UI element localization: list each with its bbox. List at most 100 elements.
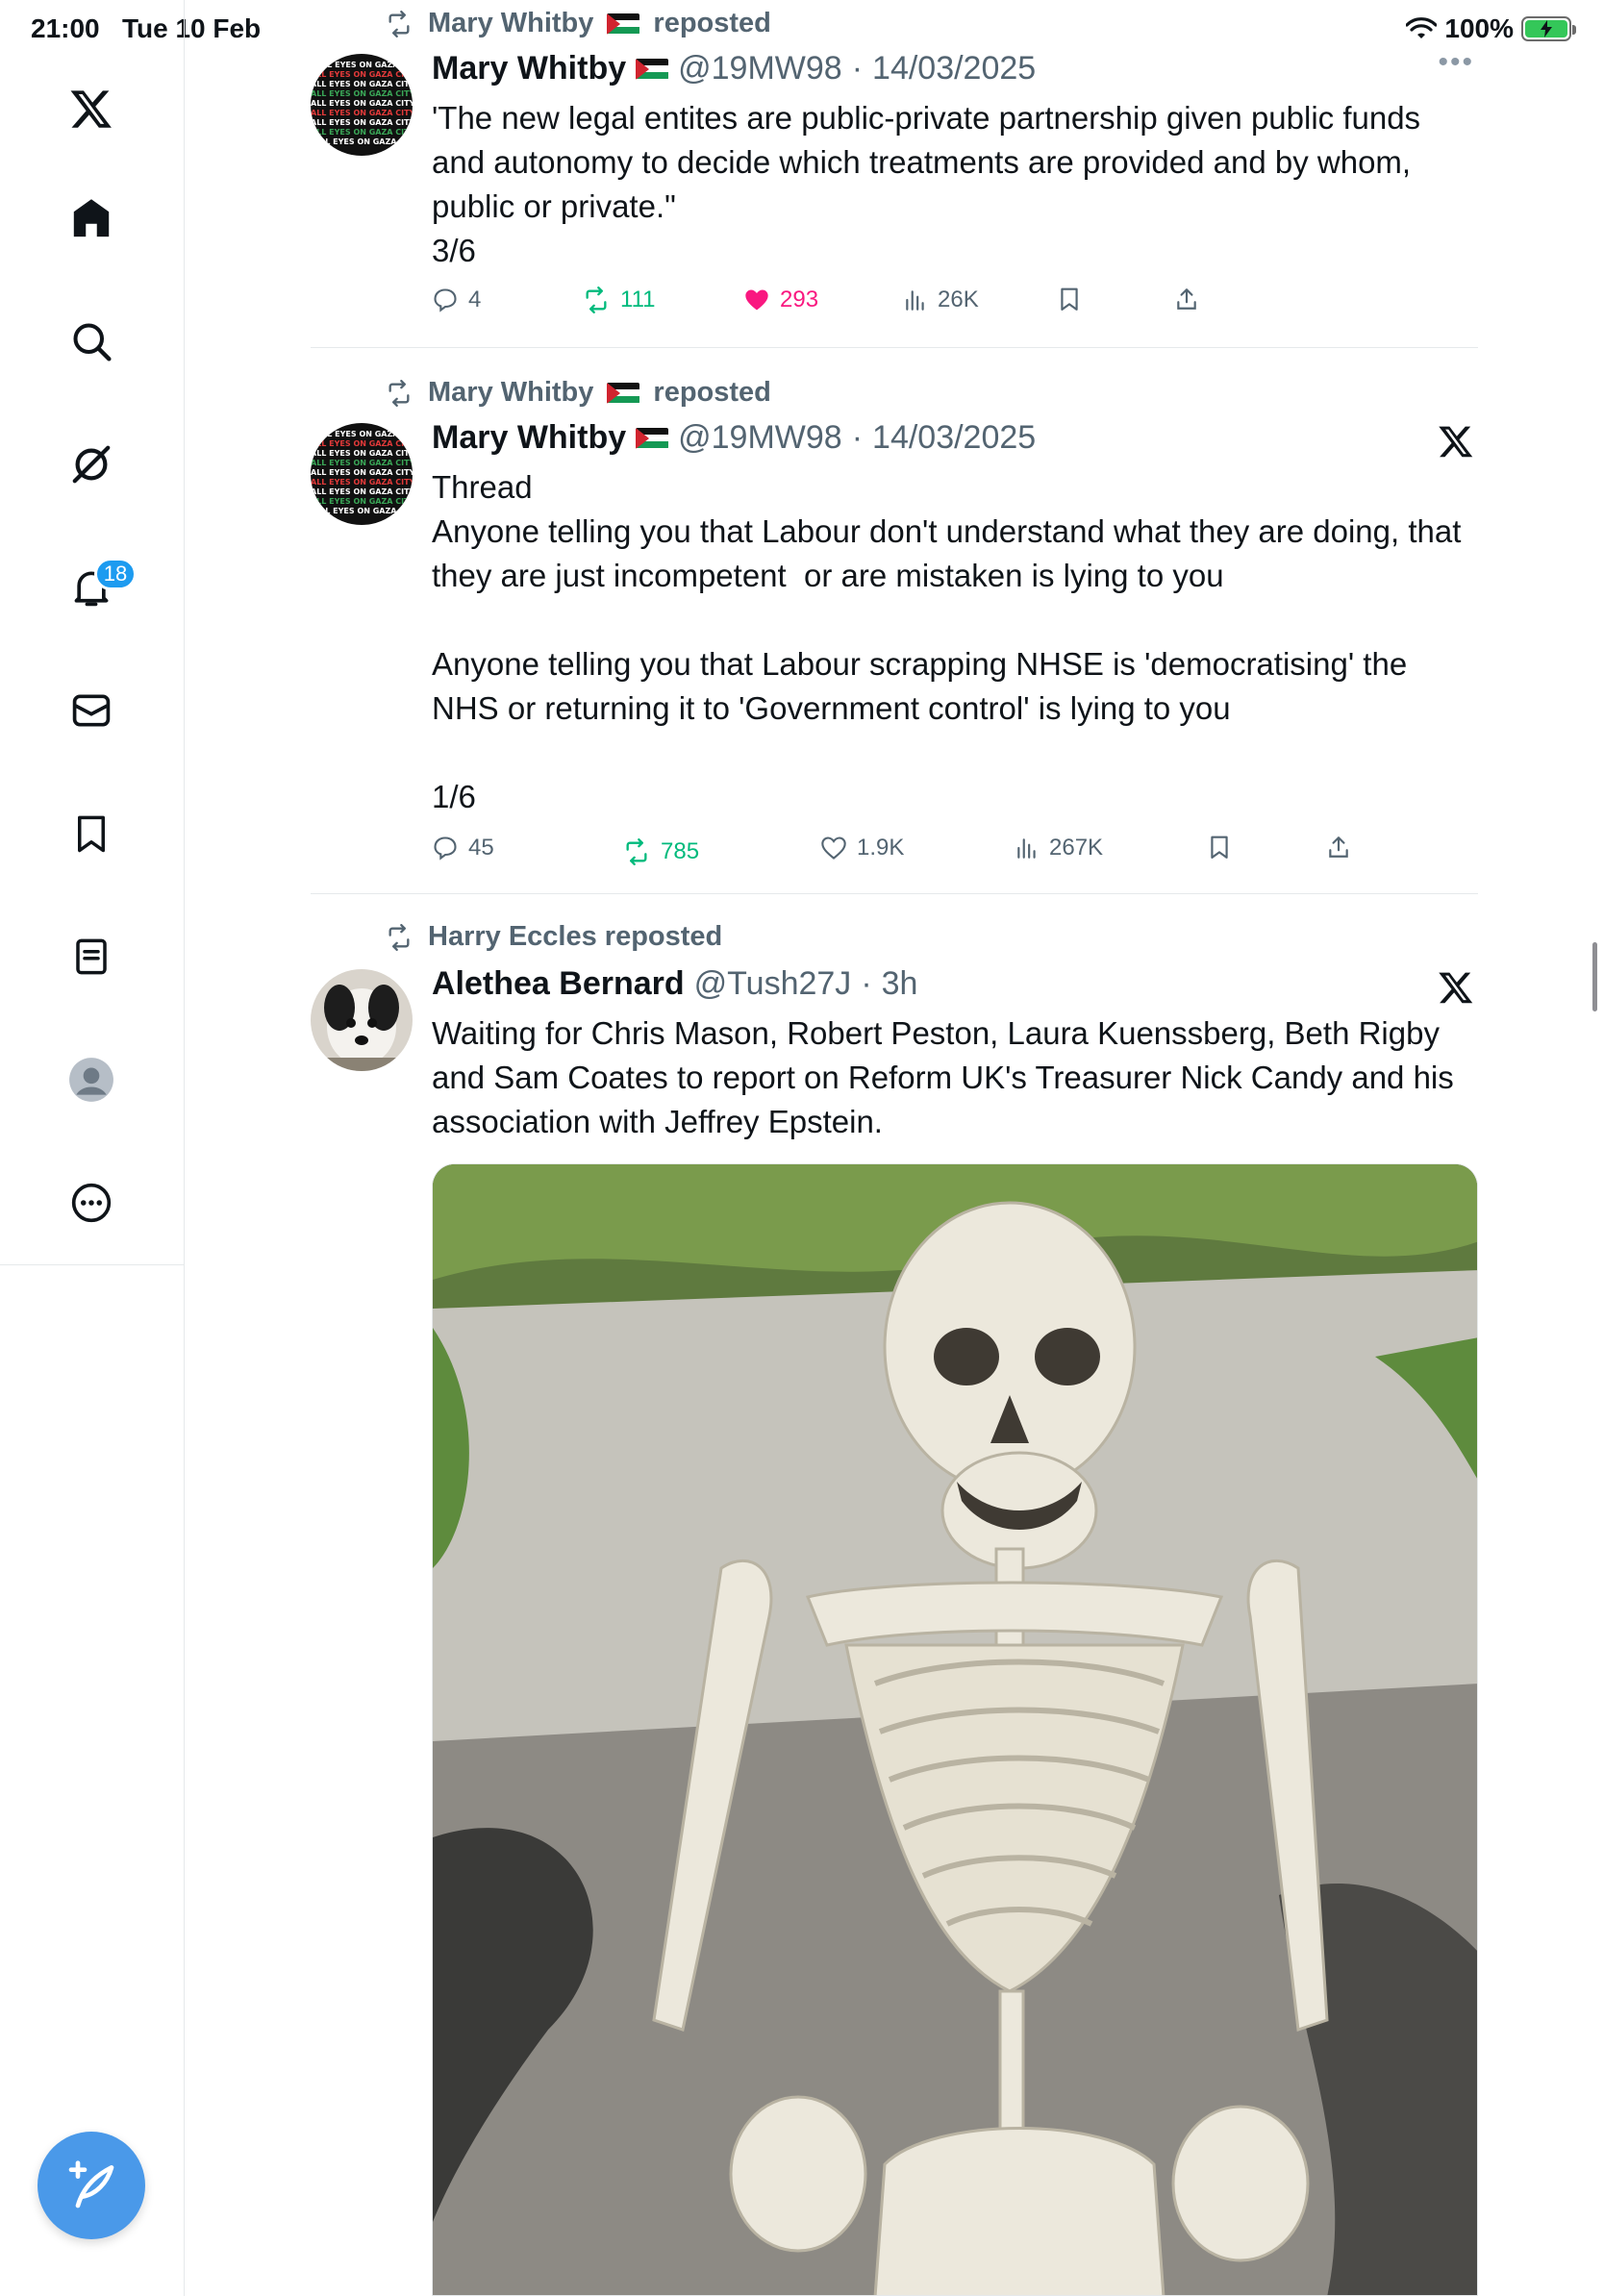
- palestine-flag-icon: [607, 382, 640, 404]
- post-divider: [311, 893, 1478, 894]
- repost-indicator: Mary Whitby reposted: [384, 8, 771, 39]
- status-bar: 21:00 Tue 10 Feb 100%: [0, 0, 1604, 58]
- bookmark-icon: [1211, 836, 1228, 859]
- repost-icon: [388, 10, 410, 37]
- author-name[interactable]: Mary Whitby: [432, 50, 626, 87]
- share-icon: [1329, 836, 1348, 858]
- messages-icon[interactable]: [63, 683, 119, 738]
- bookmark-icon: [1061, 287, 1078, 311]
- author-name[interactable]: Alethea Bernard: [432, 965, 685, 1003]
- post-header: Mary Whitby @19MW98 · 14/03/2025: [432, 50, 1037, 87]
- x-logo-icon[interactable]: [63, 81, 119, 137]
- views-icon: [906, 290, 924, 311]
- scrollbar[interactable]: [1592, 942, 1597, 1011]
- post-date[interactable]: 3h: [882, 965, 918, 1003]
- svg-text:ALL EYES ON GAZA CITY: ALL EYES ON GAZA CITY: [311, 80, 413, 88]
- repost-icon: [626, 838, 647, 865]
- repost-button[interactable]: 785: [622, 838, 699, 865]
- svg-text:ALL EYES ON GAZA CITY: ALL EYES ON GAZA CITY: [311, 70, 413, 79]
- grok-icon[interactable]: [63, 437, 119, 492]
- sidebar-divider: [0, 1264, 185, 1265]
- post-date[interactable]: 14/03/2025: [872, 50, 1036, 87]
- sidebar: 18: [0, 0, 185, 2296]
- more-options-icon[interactable]: •••: [1438, 46, 1474, 79]
- views-button[interactable]: 267K: [1015, 835, 1103, 861]
- post-text: Waiting for Chris Mason, Robert Peston, …: [432, 1015, 1463, 1139]
- heart-icon: [821, 836, 846, 860]
- post-actions: 45 785 1.9K 267K: [432, 835, 1348, 873]
- like-button[interactable]: 1.9K: [820, 835, 904, 861]
- views-button[interactable]: 26K: [903, 287, 979, 313]
- status-right: 100%: [1406, 13, 1576, 44]
- post-text: Thread Anyone telling you that Labour do…: [432, 469, 1462, 814]
- post-date[interactable]: 14/03/2025: [872, 419, 1036, 457]
- repost-label[interactable]: Harry Eccles reposted: [428, 921, 722, 953]
- author-handle[interactable]: @19MW98: [678, 50, 842, 87]
- post-text: 'The new legal entites are public-privat…: [432, 100, 1421, 268]
- repost-button[interactable]: 111: [582, 287, 655, 313]
- post-header: Mary Whitby @19MW98 · 14/03/2025: [432, 419, 1037, 457]
- reply-icon: [434, 836, 457, 861]
- reply-button[interactable]: 4: [432, 287, 481, 313]
- share-button[interactable]: [1174, 287, 1199, 312]
- palestine-flag-icon: [636, 58, 669, 80]
- palestine-flag-icon: [607, 12, 640, 35]
- author-handle[interactable]: @Tush27J: [694, 965, 852, 1003]
- reply-icon: [434, 288, 457, 312]
- avatar[interactable]: ALL EYES ON GAZA ALL EYES ON GAZA CITY A…: [311, 54, 413, 156]
- home-icon[interactable]: [63, 190, 119, 246]
- svg-text:ALL EYES ON GAZA CITY: ALL EYES ON GAZA CITY: [311, 478, 413, 487]
- repost-name[interactable]: Mary Whitby: [428, 377, 593, 409]
- bookmark-button[interactable]: [1207, 835, 1232, 860]
- post-actions: 4 111 293 26K: [432, 287, 1297, 325]
- svg-text:ALL EYES ON GAZA CITY: ALL EYES ON GAZA CITY: [311, 497, 413, 506]
- post-media-image[interactable]: [432, 1163, 1478, 2296]
- svg-text:ALL EYES ON GAZA CITY: ALL EYES ON GAZA CITY: [311, 449, 413, 458]
- svg-text:ALL EYES ON GAZA CITY: ALL EYES ON GAZA CITY: [311, 128, 413, 137]
- battery-percent: 100%: [1444, 13, 1514, 43]
- svg-text:ALL EYES ON GAZA: ALL EYES ON GAZA: [314, 137, 397, 146]
- bookmarks-icon[interactable]: [63, 806, 119, 861]
- battery-icon: [1521, 16, 1576, 41]
- notification-badge: 18: [94, 558, 137, 590]
- repost-icon: [388, 379, 410, 407]
- repost-icon: [586, 287, 607, 313]
- svg-text:ALL EYES ON GAZA CITY: ALL EYES ON GAZA CITY: [311, 487, 413, 496]
- svg-text:ALL EYES ON GAZA: ALL EYES ON GAZA: [316, 430, 399, 438]
- author-handle[interactable]: @19MW98: [678, 419, 842, 457]
- svg-text:ALL EYES ON GAZA CITY: ALL EYES ON GAZA CITY: [311, 459, 413, 467]
- svg-text:ALL EYES ON GAZA: ALL EYES ON GAZA: [316, 61, 399, 69]
- reply-button[interactable]: 45: [432, 835, 494, 861]
- wifi-icon: [1406, 17, 1438, 38]
- lists-icon[interactable]: [63, 929, 119, 985]
- repost-name[interactable]: Mary Whitby: [428, 8, 593, 39]
- repost-indicator: Harry Eccles reposted: [384, 921, 722, 953]
- svg-text:ALL EYES ON GAZA CITY: ALL EYES ON GAZA CITY: [311, 109, 413, 117]
- svg-text:ALL EYES ON GAZA CITY: ALL EYES ON GAZA CITY: [311, 468, 413, 477]
- svg-text:ALL EYES ON GAZA CITY: ALL EYES ON GAZA CITY: [311, 439, 413, 448]
- more-icon[interactable]: [63, 1175, 119, 1231]
- x-logo-icon: [1439, 972, 1473, 1004]
- svg-text:ALL EYES ON GAZA: ALL EYES ON GAZA: [314, 507, 397, 515]
- repost-icon: [388, 923, 410, 951]
- svg-text:ALL EYES ON GAZA CITY: ALL EYES ON GAZA CITY: [311, 118, 413, 127]
- search-icon[interactable]: [63, 313, 119, 369]
- avatar[interactable]: [311, 969, 413, 1071]
- share-icon: [1177, 288, 1196, 310]
- compose-icon: [68, 2160, 114, 2209]
- svg-text:ALL EYES ON GAZA CITY: ALL EYES ON GAZA CITY: [311, 89, 413, 98]
- compose-button[interactable]: [38, 2132, 145, 2239]
- palestine-flag-icon: [636, 427, 669, 449]
- repost-indicator: Mary Whitby reposted: [384, 377, 771, 409]
- author-name[interactable]: Mary Whitby: [432, 419, 626, 457]
- views-icon: [1017, 838, 1036, 859]
- avatar[interactable]: ALL EYES ON GAZA ALL EYES ON GAZA CITY A…: [311, 423, 413, 525]
- x-logo-icon: [1439, 426, 1473, 458]
- profile-icon[interactable]: [63, 1052, 119, 1108]
- post-header: Alethea Bernard @Tush27J · 3h: [432, 965, 918, 1003]
- bookmark-button[interactable]: [1057, 287, 1082, 312]
- heart-icon: [745, 289, 768, 311]
- share-button[interactable]: [1326, 835, 1351, 860]
- like-button[interactable]: 293: [743, 287, 818, 313]
- svg-text:ALL EYES ON GAZA CITY: ALL EYES ON GAZA CITY: [311, 99, 413, 108]
